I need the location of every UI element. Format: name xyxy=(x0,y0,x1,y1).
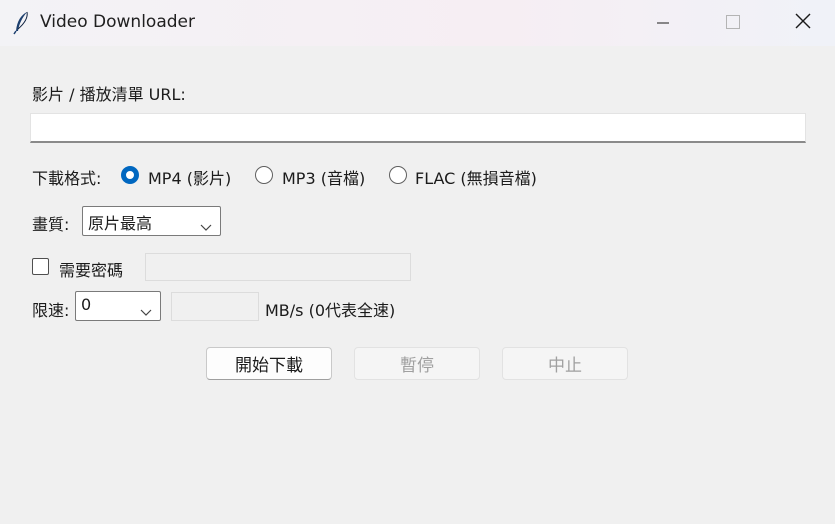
maximize-button[interactable] xyxy=(698,0,768,46)
url-label: 影片 / 播放清單 URL: xyxy=(32,85,186,104)
quality-label: 畫質: xyxy=(32,215,70,234)
minimize-icon xyxy=(657,14,669,33)
speed-unit-label: MB/s (0代表全速) xyxy=(265,301,396,320)
minimize-button[interactable] xyxy=(628,0,698,46)
pause-button[interactable]: 暫停 xyxy=(354,347,480,380)
radio-flac[interactable] xyxy=(389,166,407,184)
password-input[interactable] xyxy=(145,253,411,281)
maximize-icon xyxy=(726,14,740,33)
radio-mp3-label[interactable]: MP3 (音檔) xyxy=(282,165,365,189)
format-label: 下載格式: xyxy=(32,169,102,188)
title-bar[interactable]: Video Downloader xyxy=(0,0,835,46)
quality-select-value: 原片最高 xyxy=(88,214,153,233)
close-icon xyxy=(795,13,811,33)
window-title: Video Downloader xyxy=(40,12,195,32)
speed-label: 限速: xyxy=(32,301,70,320)
quality-select[interactable]: 原片最高 xyxy=(82,206,221,236)
radio-mp4-label[interactable]: MP4 (影片) xyxy=(148,165,231,189)
close-button[interactable] xyxy=(768,0,835,46)
speed-select[interactable]: 0 xyxy=(75,291,161,321)
start-download-button[interactable]: 開始下載 xyxy=(206,347,332,380)
stop-button[interactable]: 中止 xyxy=(502,347,628,380)
app-window: Video Downloader 影片 / 播放清單 URL: 下載格式: MP… xyxy=(0,0,835,524)
chevron-down-icon xyxy=(200,217,212,236)
radio-flac-label[interactable]: FLAC (無損音檔) xyxy=(415,165,537,189)
password-label[interactable]: 需要密碼 xyxy=(59,257,123,281)
speed-custom-input[interactable] xyxy=(171,292,259,321)
feather-icon xyxy=(13,11,31,35)
speed-select-value: 0 xyxy=(81,295,92,314)
chevron-down-icon xyxy=(140,302,152,321)
radio-mp4[interactable] xyxy=(121,166,139,184)
url-input[interactable] xyxy=(30,113,806,143)
radio-mp3[interactable] xyxy=(255,166,273,184)
password-checkbox[interactable] xyxy=(32,258,49,275)
